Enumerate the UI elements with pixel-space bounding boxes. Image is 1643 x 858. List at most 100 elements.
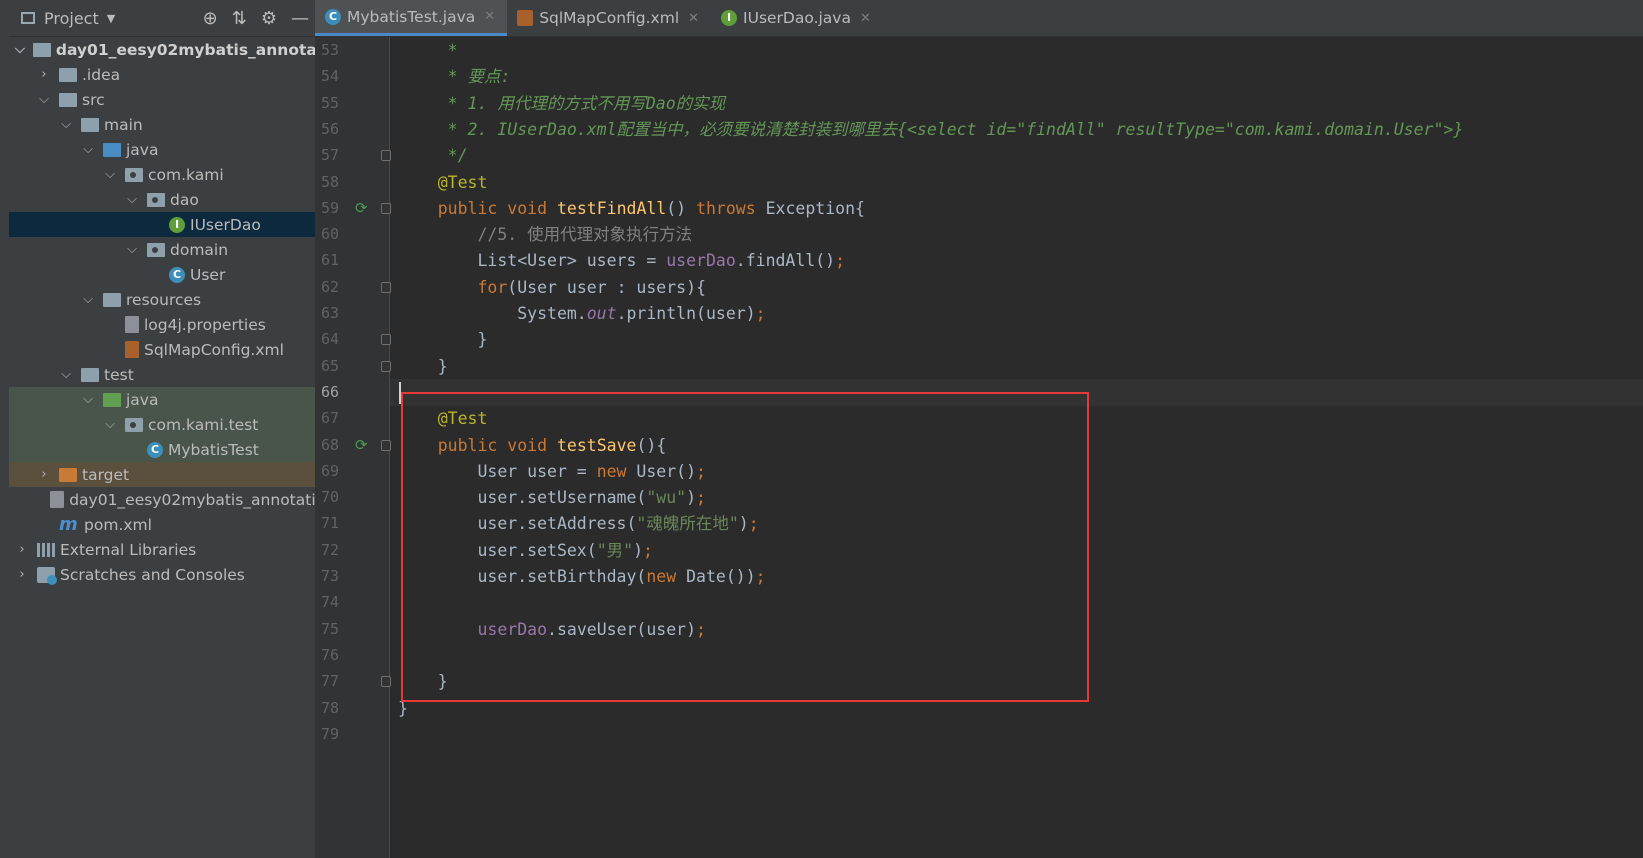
- tree-item-user[interactable]: › C User: [9, 262, 315, 287]
- chevron-down-icon[interactable]: ⌵: [59, 367, 73, 382]
- chevron-down-icon[interactable]: ⌵: [37, 92, 51, 107]
- tree-item-label: resources: [126, 290, 202, 309]
- fold-icon[interactable]: [381, 360, 391, 372]
- maven-icon: m: [59, 514, 78, 535]
- folder-icon: [81, 367, 99, 382]
- line-number: 60: [320, 225, 339, 244]
- code-line: 60 //5. 使用代理对象执行方法: [321, 221, 1643, 249]
- line-number: 73: [320, 567, 339, 585]
- project-panel: Project ▼ ⊕ ⇅ ⚙ — ⌵ day01_eesy02mybatis_…: [9, 0, 315, 858]
- folder-icon: [59, 92, 77, 107]
- line-number: 76: [320, 645, 339, 664]
- chevron-right-icon[interactable]: ›: [15, 567, 29, 582]
- tree-item-com-kami-test[interactable]: ⌵ com.kami.test: [9, 412, 315, 437]
- close-icon[interactable]: ✕: [860, 11, 871, 26]
- editor-tabs: C MybatisTest.java ✕ SqlMapConfig.xml ✕ …: [315, 0, 1643, 37]
- run-test-icon[interactable]: ⟳: [355, 437, 371, 453]
- tab-label: SqlMapConfig.xml: [539, 9, 680, 27]
- line-number: 68: [320, 435, 339, 454]
- project-panel-header[interactable]: Project ▼ ⊕ ⇅ ⚙ —: [9, 0, 315, 37]
- project-icon: [21, 12, 35, 24]
- tree-item-com-kami[interactable]: ⌵ com.kami: [9, 162, 315, 187]
- tree-item-label: domain: [170, 240, 229, 259]
- code-line: 65 }: [321, 353, 1643, 381]
- tree-item-scratches[interactable]: › Scratches and Consoles: [9, 562, 315, 587]
- chevron-down-icon[interactable]: ⌵: [81, 392, 95, 407]
- tree-item-dao[interactable]: ⌵ dao: [9, 187, 315, 212]
- code-text: for(User user : users){: [477, 277, 706, 297]
- tree-item-iml[interactable]: › day01_eesy02mybatis_annotatic: [9, 487, 315, 512]
- code-text: @Test: [398, 172, 488, 192]
- close-icon[interactable]: ✕: [688, 11, 699, 26]
- line-number: 63: [320, 304, 339, 322]
- fold-icon[interactable]: [381, 439, 391, 451]
- tree-item-label: Scratches and Consoles: [60, 565, 245, 584]
- tree-item-label: User: [190, 265, 226, 284]
- tree-item-external-libraries[interactable]: › External Libraries: [9, 537, 315, 562]
- chevron-down-icon[interactable]: ▼: [107, 12, 115, 25]
- code-text: * 要点:: [398, 67, 511, 87]
- collapse-all-icon[interactable]: ⇅: [232, 8, 247, 29]
- chevron-right-icon[interactable]: ›: [37, 67, 51, 82]
- line-number: 59: [320, 198, 339, 217]
- tree-item-log4j[interactable]: › log4j.properties: [9, 312, 315, 337]
- line-number: 78: [320, 698, 339, 717]
- code-line: 58 @Test: [321, 169, 1643, 197]
- tree-item-mybatistest[interactable]: › C MybatisTest: [9, 437, 315, 462]
- tree-item-label: main: [104, 115, 143, 134]
- chevron-right-icon[interactable]: ›: [15, 542, 29, 557]
- gear-icon[interactable]: ⚙: [261, 8, 277, 29]
- tree-item-test[interactable]: ⌵ test: [9, 362, 315, 387]
- chevron-down-icon[interactable]: ⌵: [125, 192, 139, 207]
- tree-item-pom[interactable]: › m pom.xml: [9, 512, 315, 537]
- line-number: 53: [320, 41, 339, 59]
- tree-item-label: java: [126, 140, 159, 159]
- tree-item-domain[interactable]: ⌵ domain: [9, 237, 315, 262]
- tree-item-iuserdao[interactable]: › I IUserDao: [9, 212, 315, 237]
- tree-item-java-main[interactable]: ⌵ java: [9, 137, 315, 162]
- fold-icon[interactable]: [381, 150, 391, 162]
- tree-item-module[interactable]: ⌵ day01_eesy02mybatis_annotation: [9, 37, 315, 62]
- fold-icon[interactable]: [381, 281, 391, 293]
- tree-item-resources[interactable]: ⌵ resources: [9, 287, 315, 312]
- tree-item-label: com.kami: [148, 165, 224, 184]
- chevron-down-icon[interactable]: ⌵: [103, 167, 117, 182]
- line-number: 67: [320, 409, 339, 428]
- tab-sqlmapconfig[interactable]: SqlMapConfig.xml ✕: [507, 0, 711, 36]
- chevron-down-icon[interactable]: ⌵: [59, 117, 73, 132]
- chevron-right-icon[interactable]: ›: [37, 467, 51, 482]
- code-line: 57 */: [321, 142, 1643, 170]
- scratches-icon: [37, 566, 57, 585]
- tab-label: IUserDao.java: [743, 9, 851, 27]
- code-text: System.out.println(user);: [398, 304, 766, 323]
- tab-mybatistest[interactable]: C MybatisTest.java ✕: [315, 0, 508, 36]
- package-icon: [147, 192, 165, 207]
- interface-icon: I: [169, 216, 185, 233]
- fold-icon[interactable]: [381, 202, 391, 214]
- code-text: }: [398, 356, 448, 376]
- tree-item-src[interactable]: ⌵ src: [9, 87, 315, 112]
- line-number: 58: [320, 172, 339, 191]
- tree-item-target[interactable]: › target: [9, 462, 315, 487]
- hide-icon[interactable]: —: [291, 8, 309, 29]
- properties-file-icon: [125, 316, 139, 333]
- code-text: List<User> users = userDao.findAll();: [398, 251, 846, 271]
- chevron-down-icon[interactable]: ⌵: [103, 417, 117, 432]
- line-number: 65: [320, 356, 339, 375]
- close-icon[interactable]: ✕: [484, 9, 495, 24]
- chevron-down-icon[interactable]: ⌵: [125, 242, 139, 257]
- chevron-down-icon[interactable]: ⌵: [81, 292, 95, 307]
- tree-item-idea[interactable]: › .idea: [9, 62, 315, 87]
- chevron-down-icon[interactable]: ⌵: [15, 42, 25, 57]
- run-test-icon[interactable]: ⟳: [355, 200, 371, 216]
- chevron-down-icon[interactable]: ⌵: [81, 142, 95, 157]
- fold-icon[interactable]: [381, 676, 391, 688]
- tab-iuserdao[interactable]: I IUserDao.java ✕: [711, 0, 883, 36]
- tree-item-label: .idea: [82, 65, 121, 84]
- locate-icon[interactable]: ⊕: [203, 8, 218, 29]
- line-number: 56: [320, 119, 339, 138]
- tree-item-java-test[interactable]: ⌵ java: [9, 387, 315, 412]
- tree-item-sqlmapconfig[interactable]: › SqlMapConfig.xml: [9, 337, 315, 362]
- fold-icon[interactable]: [381, 334, 391, 346]
- tree-item-main[interactable]: ⌵ main: [9, 112, 315, 137]
